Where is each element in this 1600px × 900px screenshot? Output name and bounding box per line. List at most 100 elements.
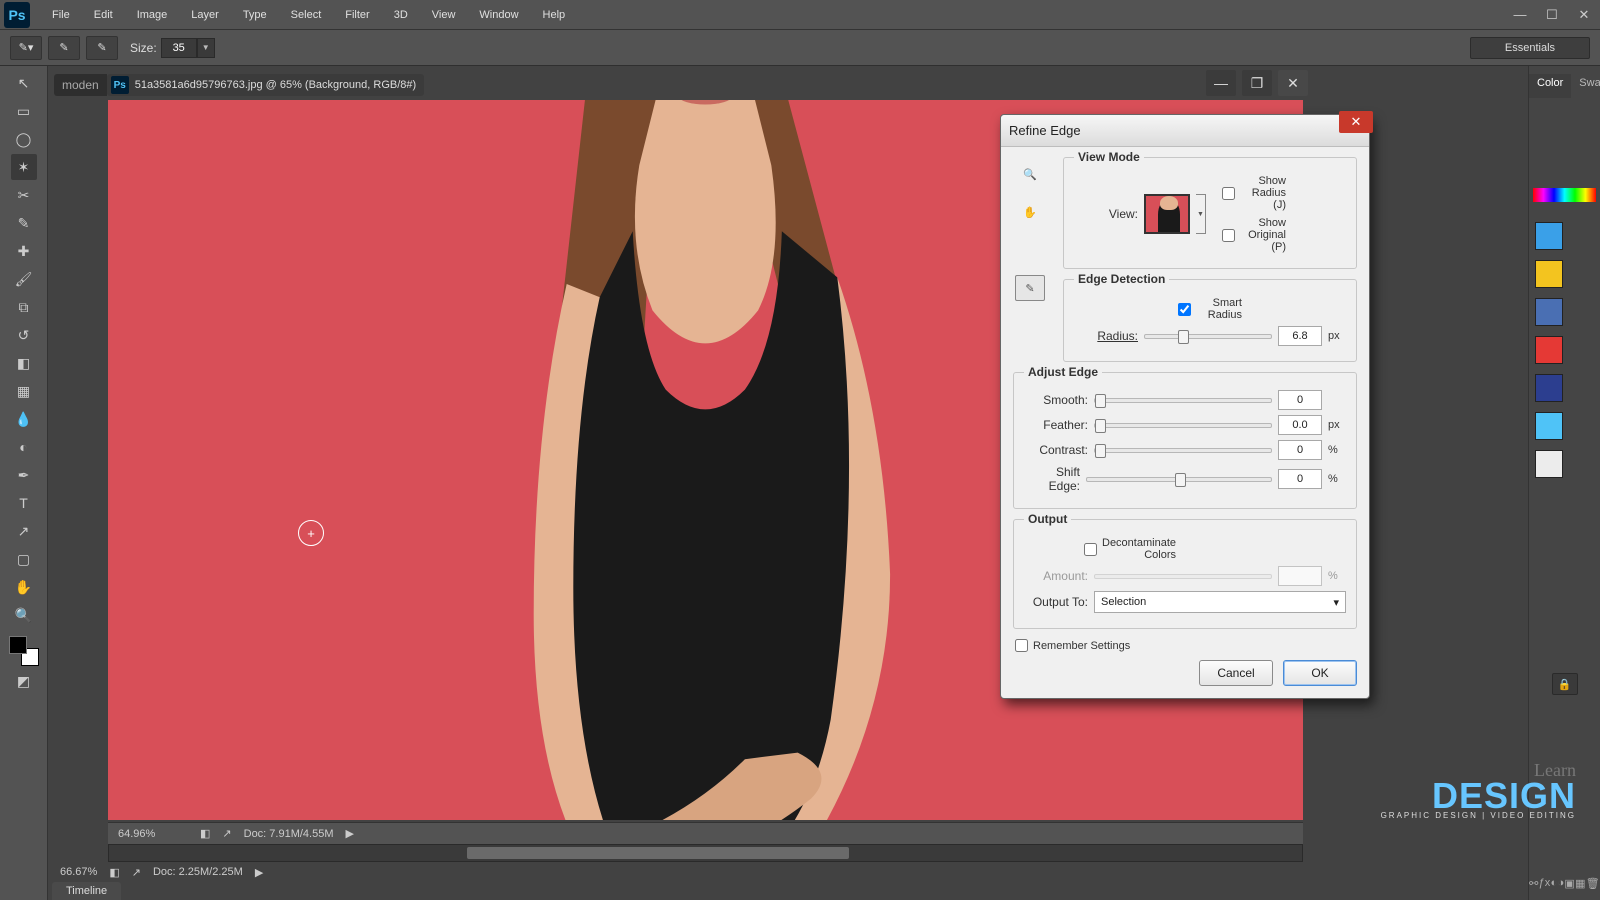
menu-edit[interactable]: Edit (82, 5, 125, 25)
trash-icon[interactable]: 🗑 (1586, 877, 1600, 890)
color-ramp[interactable] (1533, 188, 1596, 202)
dialog-refine-radius-tool-icon[interactable]: ✎ (1015, 275, 1045, 301)
eraser-tool-icon[interactable]: ◧ (11, 350, 37, 376)
hand-tool-icon[interactable]: ✋ (11, 574, 37, 600)
window-minimize-icon[interactable]: — (1504, 4, 1536, 26)
move-tool-icon[interactable]: ↖ (11, 70, 37, 96)
radius-value[interactable]: 6.8 (1278, 326, 1322, 346)
tool-preset-icon[interactable]: ✎▾ (10, 36, 42, 60)
status-icon-c[interactable]: ◧ (109, 866, 119, 879)
rectangle-tool-icon[interactable]: ▢ (11, 546, 37, 572)
swatch-item[interactable] (1535, 260, 1563, 288)
view-dropdown-icon[interactable]: ▼ (1196, 194, 1206, 234)
radius-slider[interactable] (1144, 334, 1272, 339)
dialog-close-button[interactable]: ✕ (1339, 111, 1373, 133)
feather-slider[interactable] (1094, 423, 1272, 428)
workspace-switcher[interactable]: Essentials (1470, 37, 1590, 59)
menu-filter[interactable]: Filter (333, 5, 381, 25)
smooth-slider[interactable] (1094, 398, 1272, 403)
adjustment-icon[interactable]: ◑ (1557, 877, 1564, 890)
contrast-value[interactable]: 0 (1278, 440, 1322, 460)
crop-tool-icon[interactable]: ✂ (11, 182, 37, 208)
status-icon-d[interactable]: ↗ (132, 866, 141, 879)
show-radius-checkbox[interactable]: Show Radius (J) (1222, 175, 1286, 211)
fx-icon[interactable]: ƒx (1539, 877, 1551, 890)
brush-tool-icon[interactable]: 🖌 (11, 266, 37, 292)
menu-file[interactable]: File (40, 5, 82, 25)
foreground-background-colors[interactable] (9, 636, 39, 666)
swatch-item[interactable] (1535, 298, 1563, 326)
folder-icon[interactable]: ▣ (1564, 877, 1574, 890)
status-icon-b[interactable]: ↗ (222, 827, 231, 840)
window-maximize-icon[interactable]: ☐ (1536, 4, 1568, 26)
new-layer-icon[interactable]: ▦ (1575, 877, 1585, 890)
remember-settings-checkbox[interactable]: Remember Settings (1015, 639, 1357, 652)
ok-button[interactable]: OK (1283, 660, 1357, 686)
window-close-icon[interactable]: ✕ (1568, 4, 1600, 26)
zoom-tool-icon[interactable]: 🔍 (11, 602, 37, 628)
timeline-panel-tab[interactable]: Timeline (52, 882, 121, 900)
size-dropdown-icon[interactable]: ▼ (197, 38, 215, 58)
size-field[interactable]: 35 (161, 38, 197, 58)
cancel-button[interactable]: Cancel (1199, 660, 1273, 686)
refine-radius-tool-icon[interactable]: ✎ (48, 36, 80, 60)
blur-tool-icon[interactable]: 💧 (11, 406, 37, 432)
view-thumbnail[interactable] (1144, 194, 1190, 234)
menu-layer[interactable]: Layer (179, 5, 231, 25)
tab-swatches[interactable]: Swatches (1571, 74, 1600, 98)
menu-window[interactable]: Window (467, 5, 530, 25)
gradient-tool-icon[interactable]: ▦ (11, 378, 37, 404)
doc-minimize-icon[interactable]: — (1206, 70, 1236, 96)
clone-stamp-tool-icon[interactable]: ⧉ (11, 294, 37, 320)
swatch-item[interactable] (1535, 336, 1563, 364)
contrast-slider[interactable] (1094, 448, 1272, 453)
menu-help[interactable]: Help (531, 5, 578, 25)
menu-image[interactable]: Image (125, 5, 180, 25)
output-to-select[interactable]: Selection▾ (1094, 591, 1346, 613)
healing-brush-tool-icon[interactable]: ✚ (11, 238, 37, 264)
link-layers-icon[interactable]: ⚯ (1529, 877, 1538, 890)
show-original-checkbox[interactable]: Show Original (P) (1222, 217, 1286, 253)
menu-view[interactable]: View (420, 5, 468, 25)
horizontal-scrollbar[interactable] (108, 844, 1303, 862)
swatch-item[interactable] (1535, 450, 1563, 478)
dialog-title[interactable]: Refine Edge (1001, 115, 1369, 147)
dialog-hand-tool-icon[interactable]: ✋ (1015, 199, 1045, 225)
tab-color[interactable]: Color (1529, 74, 1571, 98)
swatch-item[interactable] (1535, 222, 1563, 250)
doc-restore-icon[interactable]: ❐ (1242, 70, 1272, 96)
history-brush-tool-icon[interactable]: ↺ (11, 322, 37, 348)
swatch-item[interactable] (1535, 412, 1563, 440)
zoom-level-outer[interactable]: 66.67% (60, 866, 97, 878)
status-icon-a[interactable]: ◧ (200, 827, 210, 840)
document-tab-active[interactable]: Ps 51a3581a6d95796763.jpg @ 65% (Backgro… (107, 74, 424, 96)
eyedropper-tool-icon[interactable]: ✎ (11, 210, 37, 236)
pen-tool-icon[interactable]: ✒ (11, 462, 37, 488)
feather-value[interactable]: 0.0 (1278, 415, 1322, 435)
status-play-icon[interactable]: ▶ (346, 827, 354, 840)
decontaminate-colors-checkbox[interactable]: Decontaminate Colors (1084, 537, 1148, 561)
menu-3d[interactable]: 3D (382, 5, 420, 25)
menu-type[interactable]: Type (231, 5, 279, 25)
swatch-item[interactable] (1535, 374, 1563, 402)
marquee-tool-icon[interactable]: ▭ (11, 98, 37, 124)
mask-icon[interactable]: ◐ (1551, 877, 1558, 890)
smooth-value[interactable]: 0 (1278, 390, 1322, 410)
shift-edge-value[interactable]: 0 (1278, 469, 1322, 489)
lasso-tool-icon[interactable]: ◯ (11, 126, 37, 152)
smart-radius-checkbox[interactable]: Smart Radius (1178, 297, 1242, 321)
menu-select[interactable]: Select (279, 5, 334, 25)
path-selection-tool-icon[interactable]: ↗ (11, 518, 37, 544)
status-play-icon-2[interactable]: ▶ (255, 866, 263, 879)
doc-close-icon[interactable]: ✕ (1278, 70, 1308, 96)
lock-icon[interactable]: 🔒 (1552, 673, 1578, 695)
dodge-tool-icon[interactable]: ◐ (11, 434, 37, 460)
quick-mask-icon[interactable]: ◩ (11, 668, 37, 694)
dialog-zoom-tool-icon[interactable]: 🔍 (1015, 161, 1045, 187)
document-tab-background[interactable]: moden (54, 74, 107, 96)
zoom-level-inner[interactable]: 64.96% (118, 828, 188, 840)
quick-selection-tool-icon[interactable]: ✶ (11, 154, 37, 180)
type-tool-icon[interactable]: T (11, 490, 37, 516)
shift-edge-slider[interactable] (1086, 477, 1272, 482)
erase-refinements-tool-icon[interactable]: ✎ (86, 36, 118, 60)
